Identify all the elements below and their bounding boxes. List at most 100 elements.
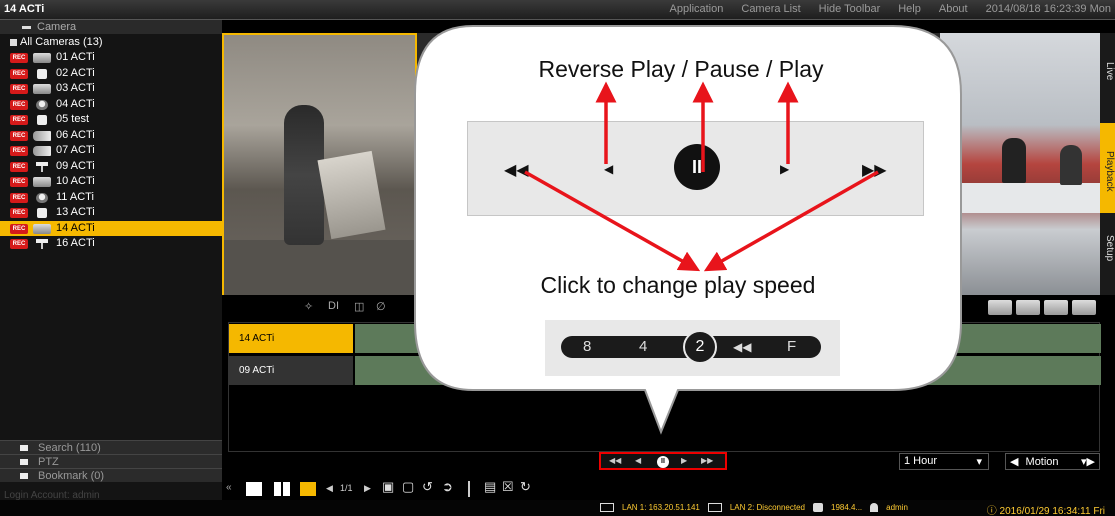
camera-list-item[interactable]: REC 05 test bbox=[0, 112, 222, 127]
menu-help[interactable]: Help bbox=[898, 3, 921, 15]
time-range-select[interactable]: 1 Hour ▾ bbox=[899, 453, 989, 470]
rewind-speed-icon: ◀◀ bbox=[733, 340, 752, 354]
menu-camera-list[interactable]: Camera List bbox=[741, 3, 800, 15]
all-cameras-group[interactable]: All Cameras (13) bbox=[0, 34, 222, 50]
status-datetime: ⓘ 2016/01/29 16:34:11 Fri bbox=[987, 502, 1105, 516]
chevron-down-icon[interactable]: ▾▶ bbox=[1081, 455, 1095, 468]
collapse-sidebar-icon[interactable]: « bbox=[226, 482, 232, 493]
play-icon[interactable]: ▶ bbox=[681, 456, 687, 465]
next-page-icon[interactable]: ▶ bbox=[364, 483, 371, 494]
fullscreen-icon[interactable]: ▣ bbox=[382, 479, 394, 495]
camera-list-item[interactable]: REC 09 ACTi bbox=[0, 159, 222, 174]
pause-icon[interactable]: II bbox=[657, 456, 669, 468]
refresh-icon[interactable]: ↺ bbox=[422, 479, 433, 495]
camera-name: 06 ACTi bbox=[56, 128, 95, 141]
exit-icon[interactable]: ➲ bbox=[442, 479, 453, 495]
rec-badge: REC bbox=[10, 223, 28, 234]
camera-list-item[interactable]: REC 01 ACTi bbox=[0, 50, 222, 65]
tab-live[interactable]: Live bbox=[1100, 51, 1115, 91]
rec-badge: REC bbox=[10, 192, 28, 203]
camera-feed-09[interactable] bbox=[940, 33, 1100, 295]
fast-rewind-icon[interactable]: ◀◀ bbox=[609, 456, 621, 465]
alarm-event-icon[interactable]: ◫ bbox=[354, 300, 364, 313]
rec-badge: REC bbox=[10, 130, 28, 141]
bottom-toolbar: « ◀ 1/1 ▶ ▣ ▢ ↺ ➲ ▤ ☒ ↻ bbox=[222, 478, 1115, 500]
bullet-camera-icon bbox=[33, 146, 51, 156]
camera-section-label: Camera bbox=[37, 21, 77, 33]
menu-hide-toolbar[interactable]: Hide Toolbar bbox=[819, 3, 881, 15]
camera-list-item[interactable]: REC 13 ACTi bbox=[0, 205, 222, 220]
camera-name: 14 ACTi bbox=[56, 221, 95, 234]
camera-name: 09 ACTi bbox=[56, 159, 95, 172]
info-icon: ⓘ bbox=[986, 506, 997, 516]
box-camera-icon bbox=[33, 84, 51, 94]
callout-arrows bbox=[524, 81, 879, 272]
box-camera-icon bbox=[33, 223, 51, 234]
rec-badge: REC bbox=[10, 161, 28, 172]
camera-list-item[interactable]: REC 03 ACTi bbox=[0, 81, 222, 96]
speed-4: 4 bbox=[639, 338, 648, 355]
export-button[interactable] bbox=[1016, 300, 1040, 315]
camera-section-header[interactable]: Camera bbox=[0, 20, 222, 34]
expand-icon bbox=[20, 473, 28, 479]
camera-list-item[interactable]: REC 10 ACTi bbox=[0, 174, 222, 189]
cube-camera-icon bbox=[37, 208, 47, 218]
search-tab-label: Search (110) bbox=[38, 442, 101, 454]
camera-name: 11 ACTi bbox=[56, 190, 94, 203]
top-menu: Application Camera List Hide Toolbar Hel… bbox=[670, 3, 1111, 15]
speed-pill: 8 4 2 ◀◀ F bbox=[561, 330, 821, 364]
camera-list-item[interactable]: REC 16 ACTi bbox=[0, 236, 222, 251]
tab-setup[interactable]: Setup bbox=[1100, 223, 1115, 273]
prev-page-icon[interactable]: ◀ bbox=[326, 483, 333, 494]
camera-list-item[interactable]: REC 11 ACTi bbox=[0, 190, 222, 205]
expand-icon bbox=[20, 445, 28, 451]
layout-1x2-icon[interactable] bbox=[274, 482, 290, 496]
monitor-icon[interactable]: ▢ bbox=[402, 479, 414, 495]
layout-2x2-icon[interactable] bbox=[300, 482, 316, 496]
box-camera-icon bbox=[33, 53, 51, 63]
camera-list-item[interactable]: REC 04 ACTi bbox=[0, 97, 222, 112]
close-views-icon[interactable]: ☒ bbox=[502, 479, 514, 495]
menu-application[interactable]: Application bbox=[670, 3, 724, 15]
tamper-event-icon[interactable]: ∅ bbox=[376, 300, 386, 313]
reverse-play-icon[interactable]: ◀ bbox=[635, 456, 641, 465]
di-event-label[interactable]: DI bbox=[328, 300, 339, 312]
view-mode-tabs: Live Playback Setup bbox=[1100, 33, 1115, 295]
snapshot-button[interactable] bbox=[988, 300, 1012, 315]
motion-event-icon[interactable]: ✧ bbox=[304, 300, 313, 313]
lan1-status: LAN 1: 163.20.51.141 bbox=[622, 503, 700, 512]
camera-list-item[interactable]: REC 14 ACTi bbox=[0, 220, 222, 236]
sequence-icon[interactable]: ▤ bbox=[484, 479, 496, 495]
bookmark-tab[interactable]: Bookmark (0) bbox=[0, 468, 222, 482]
camera-list-item[interactable]: REC 07 ACTi bbox=[0, 143, 222, 158]
speed-selected: 2 bbox=[683, 330, 717, 364]
search-tab[interactable]: Search (110) bbox=[0, 440, 222, 454]
event-type-select[interactable]: ◀ Motion ▾▶ bbox=[1005, 453, 1100, 470]
search-button[interactable] bbox=[1072, 300, 1096, 315]
datetime-value: 2016/01/29 16:34:11 Fri bbox=[999, 506, 1105, 516]
user-status: admin bbox=[886, 503, 908, 512]
dome-camera-icon bbox=[36, 192, 48, 203]
layout-1x1-icon[interactable] bbox=[246, 482, 262, 496]
tab-playback[interactable]: Playback bbox=[1100, 123, 1115, 213]
menu-about[interactable]: About bbox=[939, 3, 968, 15]
camera-name: 07 ACTi bbox=[56, 144, 95, 156]
ptz-tab[interactable]: PTZ bbox=[0, 454, 222, 468]
camera-feed-14[interactable] bbox=[222, 33, 419, 295]
box-camera-icon bbox=[33, 177, 51, 187]
track-label: 14 ACTi bbox=[229, 324, 353, 353]
fast-forward-icon[interactable]: ▶▶ bbox=[701, 456, 713, 465]
camera-name: 13 ACTi bbox=[56, 206, 95, 218]
rec-badge: REC bbox=[10, 53, 28, 63]
reload-icon[interactable]: ↻ bbox=[520, 479, 531, 495]
cube-camera-icon bbox=[37, 115, 47, 125]
rec-badge: REC bbox=[10, 177, 28, 187]
bookmark-button[interactable] bbox=[1044, 300, 1068, 315]
all-cameras-label: All Cameras (13) bbox=[20, 36, 103, 48]
camera-name: 01 ACTi bbox=[56, 51, 95, 63]
prev-icon[interactable]: ◀ bbox=[1010, 456, 1018, 468]
camera-list-item[interactable]: REC 06 ACTi bbox=[0, 128, 222, 143]
camera-list-item[interactable]: REC 02 ACTi bbox=[0, 66, 222, 81]
status-bar: LAN 1: 163.20.51.141 LAN 2: Disconnected… bbox=[0, 500, 1115, 516]
playback-controls: ◀◀ ◀ II ▶ ▶▶ bbox=[599, 452, 727, 470]
